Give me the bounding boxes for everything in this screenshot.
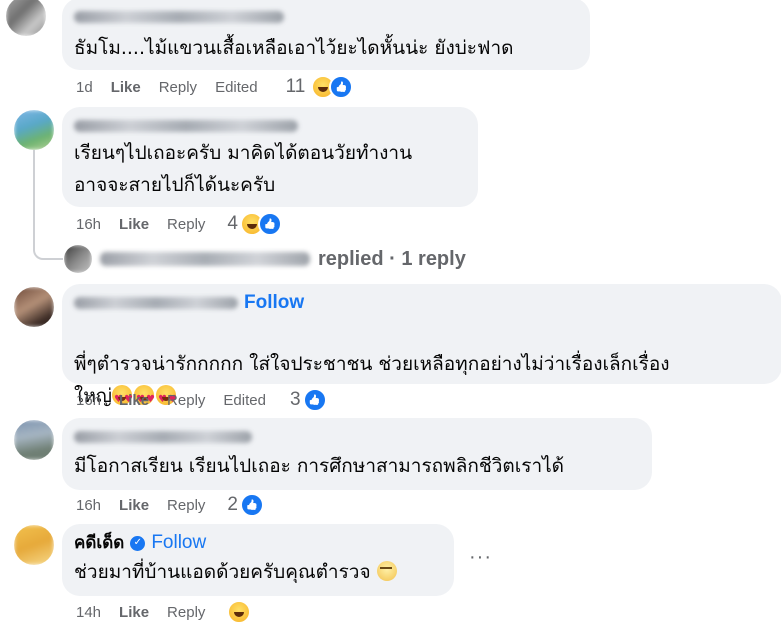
comment-text: เรียนๆไปเถอะครับ มาคิดได้ตอนวัยทำงาน อาจ… <box>74 142 413 196</box>
comment-actions: 1d Like Reply Edited 11 <box>76 75 354 99</box>
comment-text: ธัมโม....ไม้แขวนเสื้อเหลือเอาไว้ยะไดหั้น… <box>74 37 514 59</box>
comment-bubble: คดีเด็ด ✓ Follow ช่วยมาที่บ้านแอดด้วยครั… <box>62 524 454 596</box>
edited-label[interactable]: Edited <box>223 392 266 409</box>
like-button[interactable]: Like <box>119 604 149 621</box>
replies-label: replied · 1 reply <box>318 247 466 270</box>
more-options-icon[interactable]: ··· <box>469 546 492 569</box>
comment-actions: 16h Like Reply 2 <box>76 493 264 517</box>
avatar[interactable] <box>14 420 54 460</box>
reply-button[interactable]: Reply <box>167 497 205 514</box>
comment-time[interactable]: 14h <box>76 604 101 621</box>
reaction-summary[interactable]: 3 <box>290 388 327 412</box>
comment-bubble: เรียนๆไปเถอะครับ มาคิดได้ตอนวัยทำงาน อาจ… <box>62 107 478 207</box>
reaction-summary[interactable]: 4 <box>227 212 282 236</box>
like-reaction-icon <box>239 493 264 517</box>
follow-button[interactable]: Follow <box>244 292 304 314</box>
reply-button[interactable]: Reply <box>159 79 197 96</box>
reply-button[interactable]: Reply <box>167 604 205 621</box>
comment-text-content: ช่วยมาที่บ้านแอดด้วยครับคุณตำรวจ <box>74 561 371 583</box>
reply-avatar <box>64 245 92 273</box>
comment-bubble: Follow พี่ๆตำรวจน่ารักกกกก ใส่ใจประชาชน … <box>62 284 781 416</box>
comment-author: Follow <box>74 292 770 314</box>
reply-author-name <box>100 252 310 266</box>
like-button[interactable]: Like <box>111 79 141 96</box>
comment-time[interactable]: 16h <box>76 216 101 233</box>
flushed-emoji <box>376 561 397 581</box>
like-button[interactable]: Like <box>119 392 149 409</box>
reaction-count: 4 <box>227 213 238 234</box>
reaction-summary[interactable]: 11 <box>286 75 354 99</box>
comment-bubble: ธัมโม....ไม้แขวนเสื้อเหลือเอาไว้ยะไดหั้น… <box>62 0 590 70</box>
thread-connector <box>33 150 35 246</box>
comment-bubble: มีโอกาสเรียน เรียนไปเถอะ การศึกษาสามารถพ… <box>62 418 652 490</box>
reaction-count: 2 <box>227 494 238 515</box>
comment-author[interactable] <box>74 115 466 137</box>
comment-actions: 16h Like Reply Edited 3 <box>76 388 327 412</box>
reaction-count: 3 <box>289 389 301 410</box>
avatar[interactable] <box>14 110 54 150</box>
reply-button[interactable]: Reply <box>167 392 205 409</box>
like-button[interactable]: Like <box>119 216 149 233</box>
follow-button[interactable]: Follow <box>151 532 206 554</box>
comment-author[interactable]: คดีเด็ด <box>74 532 124 554</box>
comment-text: ช่วยมาที่บ้านแอดด้วยครับคุณตำรวจ <box>74 556 442 588</box>
like-reaction-icon <box>257 212 282 236</box>
comment-author[interactable] <box>74 6 578 28</box>
comment-time[interactable]: 16h <box>76 497 101 514</box>
avatar[interactable] <box>6 0 46 36</box>
like-button[interactable]: Like <box>119 497 149 514</box>
comment-time[interactable]: 16h <box>76 392 101 409</box>
verified-badge-icon: ✓ <box>130 535 146 551</box>
edited-label[interactable]: Edited <box>215 79 258 96</box>
comment-author-row: คดีเด็ด ✓ Follow <box>74 532 442 554</box>
comment-author[interactable] <box>74 426 640 448</box>
comment-actions: 14h Like Reply <box>76 600 252 624</box>
comment-time[interactable]: 1d <box>76 79 93 96</box>
reply-button[interactable]: Reply <box>167 216 205 233</box>
comment-text: มีโอกาสเรียน เรียนไปเถอะ การศึกษาสามารถพ… <box>74 455 565 477</box>
comment-actions: 16h Like Reply 4 <box>76 212 282 236</box>
like-reaction-icon <box>329 75 354 99</box>
haha-reaction-icon[interactable] <box>227 600 252 624</box>
avatar[interactable] <box>14 287 54 327</box>
reaction-summary[interactable]: 2 <box>227 493 264 517</box>
like-reaction-icon <box>302 388 327 412</box>
avatar[interactable] <box>14 525 54 565</box>
view-replies[interactable]: replied · 1 reply <box>64 245 466 273</box>
thread-connector <box>33 244 63 260</box>
reaction-count: 11 <box>285 76 306 97</box>
